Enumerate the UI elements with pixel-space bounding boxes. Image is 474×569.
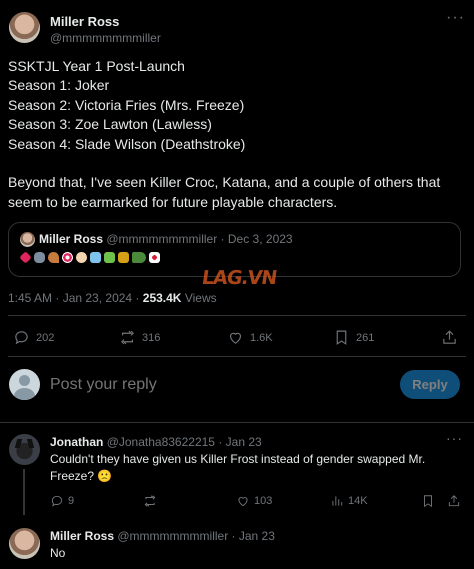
bookmark-count: 261 — [356, 331, 375, 344]
heart-icon — [229, 332, 242, 344]
post-timestamp[interactable]: 1:45 AM · Jan 23, 2024 · — [8, 291, 139, 305]
analytics-icon — [332, 496, 343, 506]
reply-count: 9 — [68, 495, 75, 507]
like-count: 1.6K — [250, 331, 273, 344]
divider — [8, 356, 466, 357]
quote-emoji-row — [19, 251, 163, 264]
reply-text: No — [50, 546, 66, 560]
scales-emoji-icon — [118, 252, 129, 263]
views-label: Views — [184, 291, 217, 305]
author-name[interactable]: Miller Ross — [50, 14, 119, 29]
quote-author-handle: @mmmmmmmmiller — [106, 232, 218, 246]
clown-emoji-icon — [76, 252, 87, 263]
target-emoji-icon — [62, 252, 73, 263]
repost-button[interactable]: 316 — [119, 329, 160, 346]
views-button[interactable]: 14K — [330, 494, 368, 508]
diamond-emoji-icon — [19, 251, 32, 264]
quote-author-name: Miller Ross — [39, 232, 104, 246]
shark-emoji-icon — [34, 252, 45, 263]
views-count: 14K — [348, 495, 368, 507]
reply-author-name[interactable]: Miller Ross — [50, 529, 114, 543]
boomerang-emoji-icon — [48, 252, 59, 263]
reply-date[interactable]: · Jan 23 — [218, 435, 261, 449]
reply-button[interactable]: 9 — [50, 494, 74, 508]
reply-date[interactable]: · Jan 23 — [232, 529, 275, 543]
pistol-emoji-icon — [104, 252, 115, 263]
divider — [8, 315, 466, 316]
watermark-logo: LAG.VN — [200, 267, 278, 289]
reply-count: 202 — [36, 331, 55, 344]
japan-flag-emoji-icon — [149, 252, 160, 263]
post-meta: 1:45 AM · Jan 23, 2024 · 253.4K Views — [8, 291, 217, 305]
more-options-icon[interactable]: ··· — [446, 9, 465, 27]
bookmark-icon — [424, 495, 432, 508]
bookmark-button[interactable] — [421, 494, 435, 508]
reply-header: Jonathan @Jonatha83622215 · Jan 23 — [50, 435, 262, 449]
author-handle[interactable]: @mmmmmmmmiller — [50, 31, 161, 45]
reply-author-avatar[interactable] — [9, 528, 40, 559]
quote-date: · Dec 3, 2023 — [220, 232, 293, 246]
reply-submit-button[interactable]: Reply — [400, 370, 460, 399]
reply-author-name[interactable]: Jonathan — [50, 435, 103, 449]
share-icon — [443, 330, 456, 344]
more-options-icon[interactable]: ··· — [446, 430, 463, 446]
reply-icon — [51, 495, 63, 507]
share-button[interactable] — [441, 329, 458, 346]
like-button[interactable]: 1.6K — [227, 329, 273, 346]
bookmark-icon — [336, 330, 347, 345]
reply-button[interactable]: 202 — [13, 329, 54, 346]
reply-text: Couldn't they have given us Killer Frost… — [50, 452, 426, 483]
repost-button[interactable] — [143, 494, 161, 508]
reply-input[interactable] — [50, 372, 380, 398]
repost-icon — [121, 330, 134, 345]
reply-author-handle[interactable]: @Jonatha83622215 — [107, 435, 215, 449]
author-avatar[interactable] — [9, 12, 40, 43]
ice-emoji-icon — [90, 252, 101, 263]
reply-author-avatar[interactable] — [9, 434, 40, 465]
thread-line — [23, 469, 25, 515]
reply-icon — [15, 331, 28, 345]
bookmark-button[interactable]: 261 — [333, 329, 374, 346]
current-user-avatar[interactable] — [9, 369, 40, 400]
repost-icon — [144, 495, 156, 507]
like-button[interactable]: 103 — [236, 494, 272, 508]
share-icon — [448, 495, 460, 507]
heart-icon — [238, 497, 248, 507]
like-count: 103 — [254, 495, 273, 507]
quote-author-avatar — [20, 232, 35, 247]
repost-count: 316 — [142, 331, 161, 344]
post-text: SSKTJL Year 1 Post-Launch Season 1: Joke… — [8, 58, 441, 210]
reply-author-handle[interactable]: @mmmmmmmmiller — [117, 529, 228, 543]
divider — [0, 422, 474, 423]
crocodile-emoji-icon — [132, 252, 146, 263]
share-button[interactable] — [447, 494, 461, 508]
reply-header: Miller Ross @mmmmmmmmiller · Jan 23 — [50, 529, 275, 543]
views-count: 253.4K — [142, 291, 182, 305]
